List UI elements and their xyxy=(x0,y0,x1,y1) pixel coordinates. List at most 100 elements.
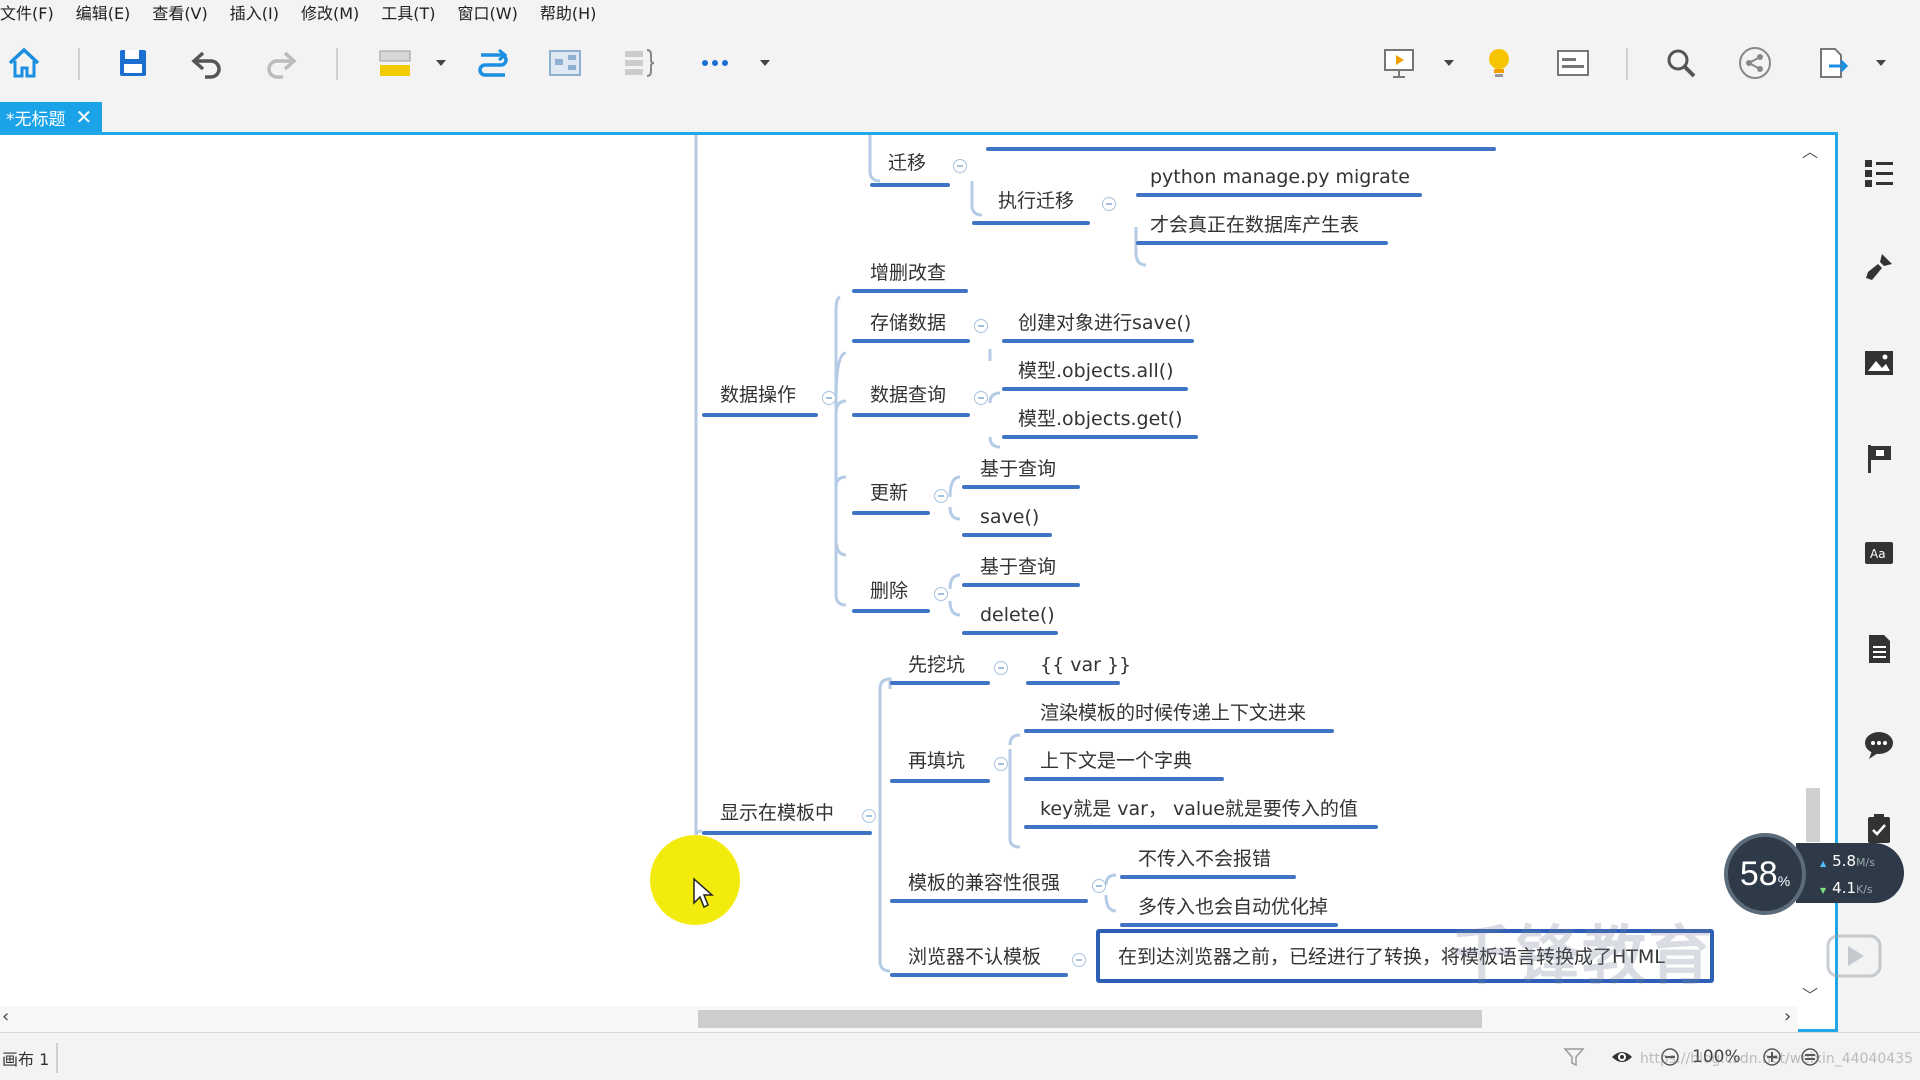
node-fill-3[interactable]: key就是 var， value就是要传入的值 xyxy=(1040,797,1358,821)
search-icon[interactable] xyxy=(1660,42,1702,84)
scroll-up-icon[interactable]: ︿ xyxy=(1802,138,1818,162)
menu-tools[interactable]: 工具(T) xyxy=(371,0,447,24)
node-dig-var[interactable]: {{ var }} xyxy=(1040,653,1131,677)
eye-icon[interactable] xyxy=(1608,1043,1636,1071)
node-underline xyxy=(1024,777,1224,781)
collapse-toggle[interactable] xyxy=(1072,953,1086,967)
collapse-toggle[interactable] xyxy=(1092,879,1106,893)
topic-style-icon[interactable] xyxy=(374,42,416,84)
menu-file[interactable]: 文件(F) xyxy=(0,0,66,24)
chevron-down-icon[interactable] xyxy=(1440,42,1458,84)
node-underline xyxy=(852,289,968,293)
comment-icon[interactable] xyxy=(1858,724,1900,766)
text-style-icon[interactable]: Aa xyxy=(1858,532,1900,574)
node-browser[interactable]: 浏览器不认模板 xyxy=(908,945,1041,969)
save-icon[interactable] xyxy=(112,42,154,84)
sheet-tab[interactable]: 画布 1 xyxy=(0,1043,58,1073)
format-brush-icon[interactable] xyxy=(1858,246,1900,288)
collapse-toggle[interactable] xyxy=(822,391,836,405)
outline-panel-icon[interactable] xyxy=(1858,152,1900,194)
node-delete[interactable]: 删除 xyxy=(870,579,908,603)
marker-flag-icon[interactable] xyxy=(1858,438,1900,480)
collapse-toggle[interactable] xyxy=(974,319,988,333)
node-compat[interactable]: 模板的兼容性很强 xyxy=(908,871,1060,895)
home-icon[interactable] xyxy=(3,42,45,84)
watermark-logo: 千锋教育 xyxy=(1450,920,1714,994)
presentation-icon[interactable] xyxy=(1378,42,1420,84)
node-update-query[interactable]: 基于查询 xyxy=(980,457,1056,481)
node-store-detail[interactable]: 创建对象进行save() xyxy=(1018,311,1191,335)
collapse-toggle[interactable] xyxy=(862,809,876,823)
node-data-ops[interactable]: 数据操作 xyxy=(720,383,796,407)
node-store[interactable]: 存储数据 xyxy=(870,311,946,335)
node-update[interactable]: 更新 xyxy=(870,481,908,505)
memory-percent: 58 xyxy=(1739,854,1778,893)
menu-modify[interactable]: 修改(M) xyxy=(291,0,371,24)
watermark-url: https://blog.csdn.net/weixin_44040435 xyxy=(1640,1051,1914,1067)
close-icon[interactable]: ✕ xyxy=(76,105,93,129)
node-query[interactable]: 数据查询 xyxy=(870,383,946,407)
boundary-icon[interactable] xyxy=(544,42,586,84)
more-icon[interactable] xyxy=(694,42,736,84)
image-icon[interactable] xyxy=(1858,342,1900,384)
export-icon[interactable] xyxy=(1810,42,1852,84)
node-query-all[interactable]: 模型.objects.all() xyxy=(1018,359,1174,383)
collapse-toggle[interactable] xyxy=(994,757,1008,771)
collapse-toggle[interactable] xyxy=(934,489,948,503)
menu-insert[interactable]: 插入(I) xyxy=(220,0,291,24)
collapse-toggle[interactable] xyxy=(934,587,948,601)
collapse-toggle[interactable] xyxy=(974,391,988,405)
node-underline xyxy=(890,681,990,685)
horizontal-scrollbar[interactable]: ‹ › xyxy=(0,1006,1798,1032)
node-show-template[interactable]: 显示在模板中 xyxy=(720,801,834,825)
node-underline xyxy=(1136,241,1388,245)
node-compat-2[interactable]: 多传入也会自动优化掉 xyxy=(1138,895,1328,919)
upload-rate: 5.8M/s xyxy=(1820,849,1904,876)
node-underline xyxy=(1136,193,1422,197)
chevron-down-icon[interactable] xyxy=(1872,42,1890,84)
filter-icon[interactable] xyxy=(1560,1043,1588,1071)
node-migrate[interactable]: 迁移 xyxy=(888,151,926,175)
menu-window[interactable]: 窗口(W) xyxy=(448,0,530,24)
mindmap-canvas[interactable]: 迁移 执行迁移 python manage.py migrate 才会真正在数据… xyxy=(0,132,1838,1032)
node-crud[interactable]: 增删改查 xyxy=(870,261,946,285)
menu-edit[interactable]: 编辑(E) xyxy=(66,0,143,24)
document-tab[interactable]: *无标题 ✕ xyxy=(0,102,102,132)
undo-icon[interactable] xyxy=(186,42,228,84)
node-underline xyxy=(702,413,818,417)
node-delete-query[interactable]: 基于查询 xyxy=(980,555,1056,579)
status-bar: 画布 1 100% https://blog.csdn.net/weixin_4… xyxy=(0,1032,1920,1080)
collapse-toggle[interactable] xyxy=(953,159,967,173)
chevron-down-icon[interactable] xyxy=(432,42,450,84)
node-underline xyxy=(1002,339,1194,343)
node-fill-hole[interactable]: 再填坑 xyxy=(908,749,965,773)
horizontal-scroll-thumb[interactable] xyxy=(698,1010,1482,1028)
notes-icon[interactable] xyxy=(1858,628,1900,670)
chevron-down-icon[interactable] xyxy=(756,42,774,84)
node-run-migrate-cmd[interactable]: python manage.py migrate xyxy=(1150,165,1410,189)
menu-view[interactable]: 查看(V) xyxy=(142,0,219,24)
node-underline xyxy=(962,485,1080,489)
node-fill-2[interactable]: 上下文是一个字典 xyxy=(1040,749,1192,773)
node-delete-call[interactable]: delete() xyxy=(980,603,1055,627)
collapse-toggle[interactable] xyxy=(994,661,1008,675)
share-icon[interactable] xyxy=(1734,42,1776,84)
node-run-migrate[interactable]: 执行迁移 xyxy=(998,189,1074,213)
summary-icon[interactable] xyxy=(618,42,660,84)
scroll-left-icon[interactable]: ‹ xyxy=(2,1006,9,1027)
node-update-save[interactable]: save() xyxy=(980,505,1039,529)
redo-icon[interactable] xyxy=(260,42,302,84)
collapse-toggle[interactable] xyxy=(1102,197,1116,211)
relationship-icon[interactable] xyxy=(472,42,514,84)
node-fill-1[interactable]: 渲染模板的时候传递上下文进来 xyxy=(1040,701,1306,725)
node-query-get[interactable]: 模型.objects.get() xyxy=(1018,407,1183,431)
idea-icon[interactable] xyxy=(1478,42,1520,84)
outline-icon[interactable] xyxy=(1552,42,1594,84)
node-dig-hole[interactable]: 先挖坑 xyxy=(908,653,965,677)
node-run-migrate-note[interactable]: 才会真正在数据库产生表 xyxy=(1150,213,1359,237)
document-tab-title: *无标题 xyxy=(6,109,66,130)
node-compat-1[interactable]: 不传入不会报错 xyxy=(1138,847,1271,871)
scroll-right-icon[interactable]: › xyxy=(1784,1006,1791,1027)
scroll-down-icon[interactable]: ﹀ xyxy=(1802,982,1818,1006)
menu-help[interactable]: 帮助(H) xyxy=(530,0,609,24)
